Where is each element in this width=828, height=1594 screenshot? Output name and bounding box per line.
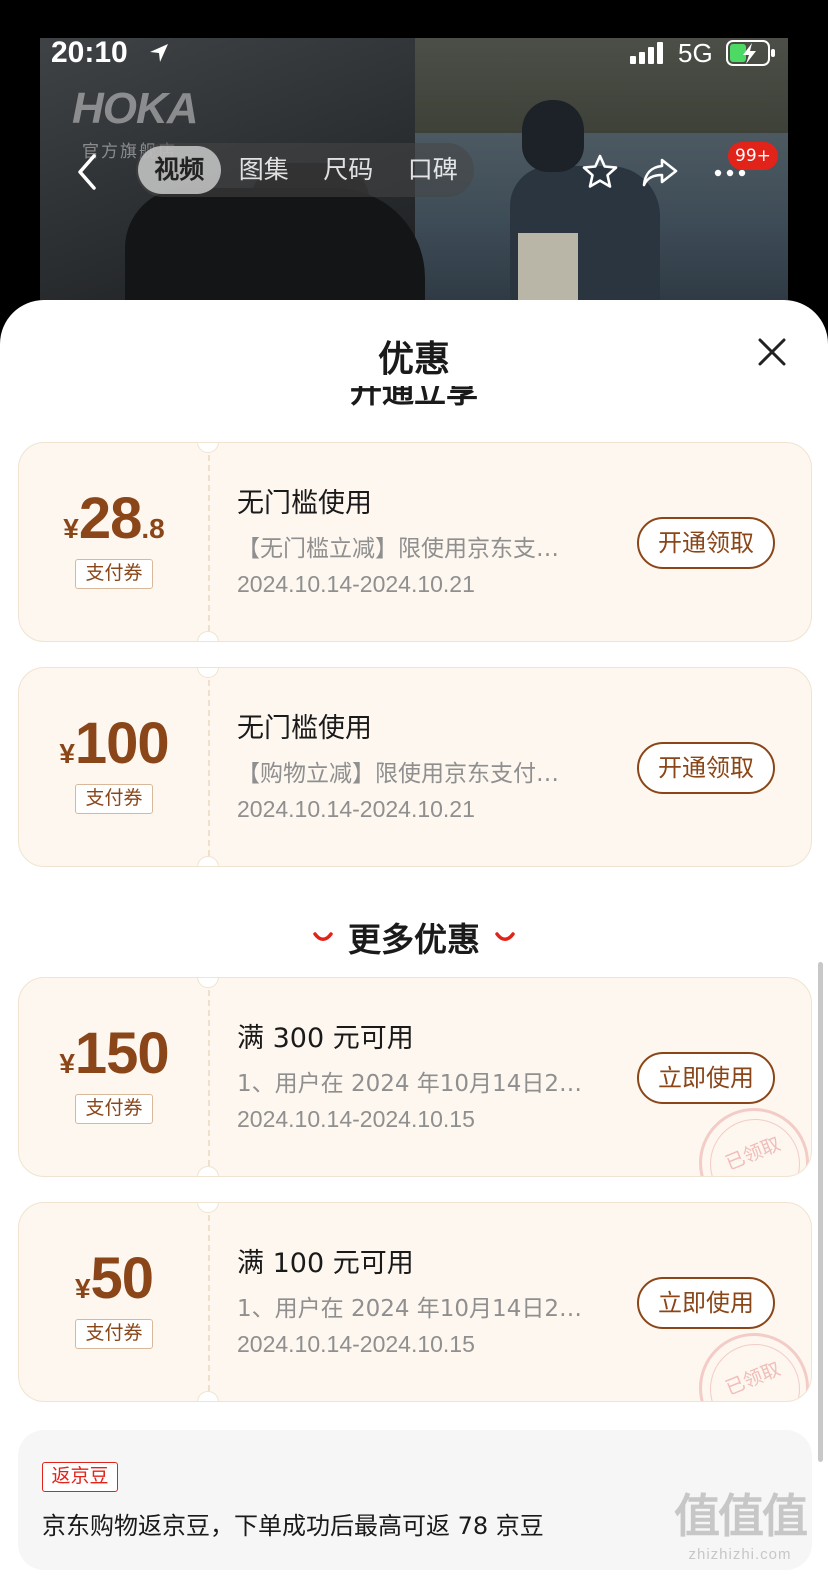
tab-gallery[interactable]: 图集 [223, 146, 306, 194]
currency-symbol: ¥ [74, 1273, 91, 1304]
watermark-url: zhizhizhi.com [688, 1546, 792, 1563]
location-arrow-icon [150, 44, 168, 62]
coupon-sheet: 优惠 开通立享 ¥28.8 支付券 无门槛使用 【无门槛立减】限使用京东支… 2… [0, 300, 828, 1594]
hiker-vest [518, 233, 578, 300]
coupon-description[interactable]: 1、用户在 2024 年10月14日2… [237, 1289, 609, 1323]
product-media-area: HOKA 官方旗舰店 20:10 5G 视频 图集 尺码 口碑 99+ [0, 0, 828, 340]
claimed-stamp: 已领取 [699, 1333, 809, 1401]
coupon-type-tag: 支付券 [75, 784, 153, 814]
status-bar: 20:10 5G [0, 0, 828, 100]
coupon-notch [197, 1203, 219, 1213]
close-icon[interactable] [752, 332, 792, 372]
coupon-title: 无门槛使用 [237, 488, 372, 519]
coupon-description[interactable]: 【购物立减】限使用京东支付… [237, 754, 609, 788]
tab-reviews[interactable]: 口碑 [392, 146, 475, 194]
tab-size[interactable]: 尺码 [307, 146, 390, 194]
amount-decimal: .8 [141, 513, 165, 544]
amount-value: 150 [74, 1021, 170, 1086]
favorite-star-icon[interactable] [580, 152, 620, 192]
coupon-title: 满 300 元可用 [237, 1023, 414, 1054]
message-count-badge: 99+ [728, 142, 778, 170]
chevron-down-icon [313, 932, 333, 941]
site-watermark: 值值值 zhizhizhi.com [670, 1480, 810, 1563]
watermark-logo: 值值值 [674, 1489, 808, 1543]
rebate-tag: 返京豆 [42, 1462, 118, 1492]
claimed-stamp-label: 已领取 [722, 1358, 784, 1400]
coupon-card: ¥150 支付券 满 300 元可用 1、用户在 2024 年10月14日2… … [18, 977, 812, 1177]
network-type: 5G [678, 38, 713, 68]
coupon-notch [197, 443, 219, 453]
use-now-button[interactable]: 立即使用 [637, 1277, 775, 1329]
coupon-validity: 2024.10.14-2024.10.15 [237, 1106, 475, 1132]
coupon-amount: ¥50 [19, 1245, 209, 1312]
chevron-down-icon [495, 932, 515, 941]
activate-claim-button[interactable]: 开通领取 [637, 742, 775, 794]
coupon-notch [197, 1166, 219, 1176]
coupon-description[interactable]: 1、用户在 2024 年10月14日2… [237, 1064, 609, 1098]
claimed-stamp: 已领取 [699, 1108, 809, 1176]
more-offers-header: 更多优惠 [0, 912, 828, 962]
coupon-validity: 2024.10.14-2024.10.21 [237, 571, 475, 597]
coupon-title: 满 100 元可用 [237, 1248, 414, 1279]
amount-value: 50 [90, 1246, 155, 1311]
coupon-validity: 2024.10.14-2024.10.21 [237, 796, 475, 822]
rebate-text: 京东购物返京豆，下单成功后最高可返 78 京豆 [42, 1512, 544, 1540]
back-arrow-icon[interactable] [72, 152, 104, 192]
currency-symbol: ¥ [63, 513, 79, 544]
coupon-amount: ¥28.8 [19, 485, 209, 552]
currency-symbol: ¥ [59, 738, 75, 769]
claimed-stamp-label: 已领取 [722, 1133, 784, 1175]
coupon-card: ¥28.8 支付券 无门槛使用 【无门槛立减】限使用京东支… 2024.10.1… [18, 442, 812, 642]
coupon-card: ¥100 支付券 无门槛使用 【购物立减】限使用京东支付… 2024.10.14… [18, 667, 812, 867]
coupon-description[interactable]: 【无门槛立减】限使用京东支… [237, 529, 609, 563]
scrollbar[interactable] [818, 962, 823, 1462]
coupon-notch [197, 668, 219, 678]
coupon-type-tag: 支付券 [75, 1094, 153, 1124]
use-now-button[interactable]: 立即使用 [637, 1052, 775, 1104]
activate-claim-button[interactable]: 开通领取 [637, 517, 775, 569]
hiker-head [522, 100, 584, 172]
tab-video[interactable]: 视频 [138, 146, 221, 194]
more-offers-label: 更多优惠 [348, 920, 480, 959]
coupon-amount: ¥150 [19, 1020, 209, 1087]
coupon-card: ¥50 支付券 满 100 元可用 1、用户在 2024 年10月14日2… 2… [18, 1202, 812, 1402]
media-tabs: 视频 图集 尺码 口碑 [136, 143, 474, 197]
coupon-notch [197, 978, 219, 988]
coupon-type-tag: 支付券 [75, 559, 153, 589]
coupon-notch [197, 1391, 219, 1401]
signal-icon [630, 42, 663, 64]
coupon-notch [197, 631, 219, 641]
coupon-validity: 2024.10.14-2024.10.15 [237, 1331, 475, 1357]
section-header-partial: 开通立享 [0, 386, 828, 414]
coupon-title: 无门槛使用 [237, 713, 372, 744]
coupon-type-tag: 支付券 [75, 1319, 153, 1349]
currency-symbol: ¥ [59, 1048, 75, 1079]
amount-value: 100 [74, 711, 170, 776]
status-time: 20:10 [51, 36, 128, 69]
battery-charging-icon [726, 40, 775, 66]
coupon-amount: ¥100 [19, 710, 209, 777]
amount-value: 28 [78, 486, 143, 551]
share-icon[interactable] [640, 152, 680, 192]
section-header-label: 开通立享 [349, 386, 478, 410]
sheet-title: 优惠 [377, 339, 450, 380]
coupon-notch [197, 856, 219, 866]
shoe-image [125, 188, 425, 300]
